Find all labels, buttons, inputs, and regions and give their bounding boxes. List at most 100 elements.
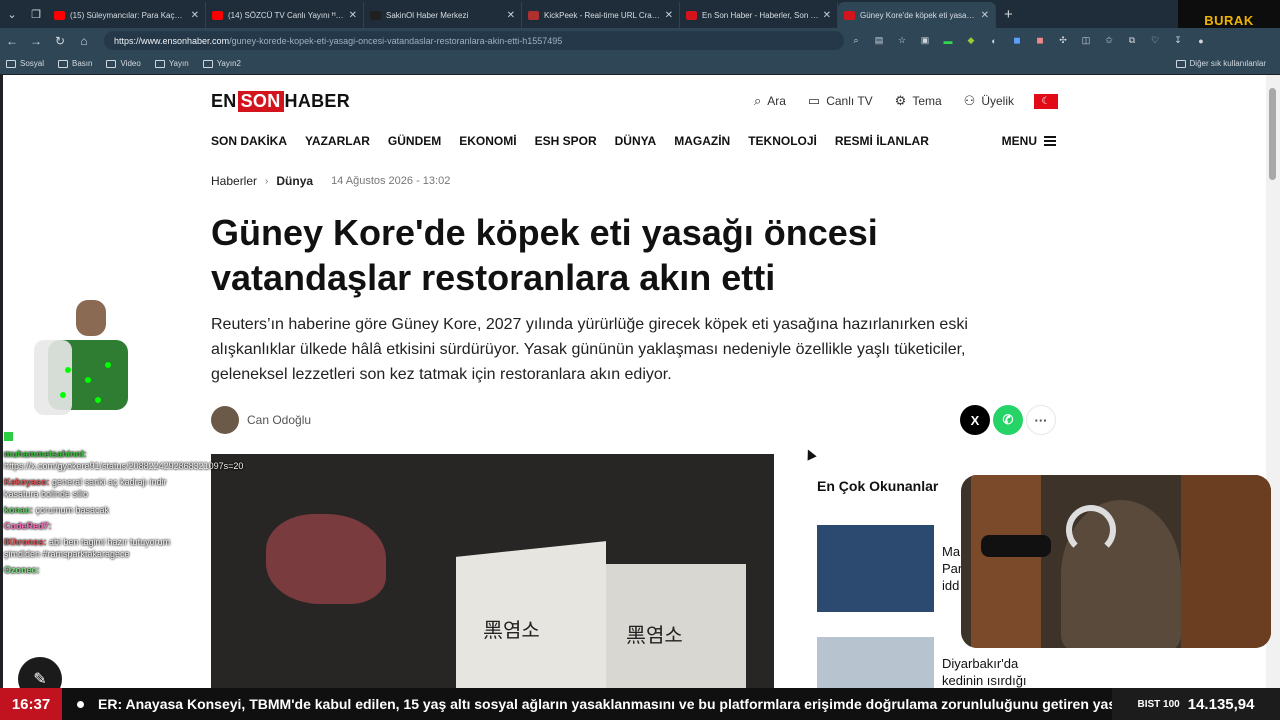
more-share-button[interactable]: ··· <box>1026 405 1056 435</box>
new-tab-button[interactable]: + <box>1004 6 1013 23</box>
tab-title: (15) Süleymancılar: Para Kaçakçılığ <box>70 10 187 20</box>
browser-tab[interactable]: (15) Süleymancılar: Para Kaçakçılığ ✕ <box>48 2 206 28</box>
home-icon[interactable]: ⌂ <box>72 34 96 48</box>
close-icon[interactable]: ✕ <box>823 10 831 21</box>
split-screen-icon[interactable]: ◫ <box>1075 34 1097 48</box>
close-icon[interactable]: ✕ <box>981 10 989 21</box>
profile-avatar[interactable]: ● <box>1190 34 1212 48</box>
bookmark-label: Yayın2 <box>216 59 241 68</box>
nav-item[interactable]: YAZARLAR <box>305 134 370 148</box>
extension-icon[interactable]: ▣ <box>914 34 936 48</box>
nav-item[interactable]: SON DAKİKA <box>211 134 287 148</box>
nav-item[interactable]: GÜNDEM <box>388 134 441 148</box>
address-bar[interactable]: https://www.ensonhaber.com/guney-korede-… <box>104 31 844 50</box>
extensions-puzzle-icon[interactable]: ✣ <box>1052 34 1074 48</box>
tab-strip: ⌄ ❐ (15) Süleymancılar: Para Kaçakçılığ ✕… <box>0 0 1280 28</box>
forward-icon[interactable]: → <box>24 34 48 48</box>
tab-favicon-icon <box>212 10 223 20</box>
chat-username: CodeRed7: <box>4 521 52 531</box>
bist-index: BIST 100 14.135,94 <box>1112 688 1280 720</box>
chat-text: https://x.com/gyokere91/status/208822429… <box>4 461 244 471</box>
article-hero-image[interactable]: 黑염소 黑염소 <box>211 454 774 688</box>
collections-icon[interactable]: ⧉ <box>1121 34 1143 48</box>
membership-link[interactable]: ⚇ Üyelik <box>964 93 1014 109</box>
chat-username: Kekoyaso: <box>4 477 50 487</box>
close-icon[interactable]: ✕ <box>507 10 515 21</box>
chat-username: konac: <box>4 505 34 515</box>
bookshelf-shape <box>971 475 1041 648</box>
turkey-flag-icon[interactable]: ☾ <box>1034 93 1058 109</box>
chat-message: IKhronos: abi ben tagimi hazır tutuyorum… <box>4 536 174 560</box>
bookmark-label: Basın <box>72 59 93 68</box>
heart-icon[interactable]: ♡ <box>1144 34 1166 48</box>
search-link[interactable]: ⌕ Ara <box>754 93 786 109</box>
logo-haber: HABER <box>284 91 351 111</box>
bookmark-label: Yayın <box>168 59 189 68</box>
webcam-overlay <box>961 475 1271 648</box>
nav-item[interactable]: EKONOMİ <box>459 134 516 148</box>
reader-icon[interactable]: ▤ <box>868 34 890 48</box>
favorite-star-icon[interactable]: ☆ <box>891 34 913 48</box>
extension-icon[interactable]: ◼ <box>1006 34 1028 48</box>
news-ticker: 16:37 ER: Anayasa Konseyi, TBMM'de kabul… <box>0 688 1280 720</box>
close-icon[interactable]: ✕ <box>349 10 357 21</box>
back-icon[interactable]: ← <box>0 34 24 48</box>
folder-icon <box>58 59 69 68</box>
scrollbar-thumb[interactable] <box>1269 88 1276 180</box>
browser-tab[interactable]: SakinOl Haber Merkezi ✕ <box>364 2 522 28</box>
x-share-button[interactable]: X <box>960 405 990 435</box>
site-logo[interactable]: EN SON HABER <box>211 91 350 112</box>
zoom-icon[interactable]: ⌕ <box>845 34 867 48</box>
chat-username: muhammetsahinnl: <box>4 449 87 459</box>
extension-icon[interactable]: ◆ <box>960 34 982 48</box>
bookmark-folder[interactable]: Yayın2 <box>202 59 241 68</box>
live-tv-label: Canlı TV <box>826 94 873 108</box>
badge-icon <box>4 432 13 441</box>
chat-message: Kekoyaso: general sanki aç kadrajı indir… <box>4 476 174 500</box>
theme-link[interactable]: ⚙ Tema <box>895 93 942 109</box>
nav-item[interactable]: MAGAZİN <box>674 134 730 148</box>
reload-icon[interactable]: ↻ <box>48 34 72 48</box>
popular-item-title[interactable]: Diyarbakır'da kedinin ısırdığı <box>942 655 1052 688</box>
bookmarks-bar: Sosyal Basın Video Yayın Yayın2 Diğer sık ku… <box>0 53 1280 74</box>
bookmark-folder[interactable]: Video <box>106 59 141 68</box>
browser-tab[interactable]: En Son Haber - Haberler, Son Dak ✕ <box>680 2 838 28</box>
membership-label: Üyelik <box>981 94 1014 108</box>
breadcrumb-home[interactable]: Haberler <box>211 174 257 188</box>
bookmark-folder[interactable]: Basın <box>58 59 92 68</box>
extension-icon[interactable]: ▬ <box>937 34 959 48</box>
nav-item[interactable]: ESH SPOR <box>535 134 597 148</box>
popular-item-image[interactable] <box>817 525 934 612</box>
close-icon[interactable]: ✕ <box>191 10 199 21</box>
bookmark-folder[interactable]: Yayın <box>154 59 189 68</box>
stream-chat: muhammetsahinnl: https://x.com/gyokere91… <box>4 432 243 580</box>
browser-tab[interactable]: Güney Kore'de köpek eti yasağı ö ✕ <box>838 2 996 28</box>
breadcrumb-category[interactable]: Dünya <box>276 174 313 188</box>
nav-item[interactable]: RESMİ İLANLAR <box>835 134 929 148</box>
chat-message <box>4 432 174 444</box>
author-block[interactable]: Can Odoğlu <box>211 406 311 434</box>
browser-tab[interactable]: KickPeek - Real-time URL Crawler ✕ <box>522 2 680 28</box>
chat-message: konac: çorumum basacak <box>4 504 174 516</box>
tab-title: SakinOl Haber Merkezi <box>386 10 469 20</box>
other-bookmarks[interactable]: Diğer sık kullanılanlar <box>1175 59 1266 68</box>
nav-item[interactable]: DÜNYA <box>615 134 657 148</box>
downloads-icon[interactable]: ↧ <box>1167 34 1189 48</box>
workspaces-icon[interactable]: ❐ <box>24 0 48 28</box>
browser-tab[interactable]: (14) SÖZCÜ TV Canlı Yayını ᴴᴰ - Yo ✕ <box>206 2 364 28</box>
folder-icon <box>1175 59 1186 68</box>
tab-list-button[interactable]: ⌄ <box>0 0 24 28</box>
hamburger-icon <box>1044 136 1056 146</box>
popular-item-image[interactable] <box>817 637 934 688</box>
extension-icon[interactable]: ◐ <box>983 34 1005 48</box>
whatsapp-share-button[interactable]: ✆ <box>993 405 1023 435</box>
extension-icon[interactable]: ◼ <box>1029 34 1051 48</box>
nav-item[interactable]: TEKNOLOJİ <box>748 134 817 148</box>
popular-title: En Çok Okunanlar <box>817 478 939 494</box>
favorites-icon[interactable]: ✩ <box>1098 34 1120 48</box>
bookmark-folder[interactable]: Sosyal <box>6 59 44 68</box>
menu-button[interactable]: MENU <box>1002 134 1056 148</box>
live-tv-link[interactable]: ▭ Canlı TV <box>808 93 873 109</box>
tab-favicon-icon <box>528 10 539 20</box>
close-icon[interactable]: ✕ <box>665 10 673 21</box>
